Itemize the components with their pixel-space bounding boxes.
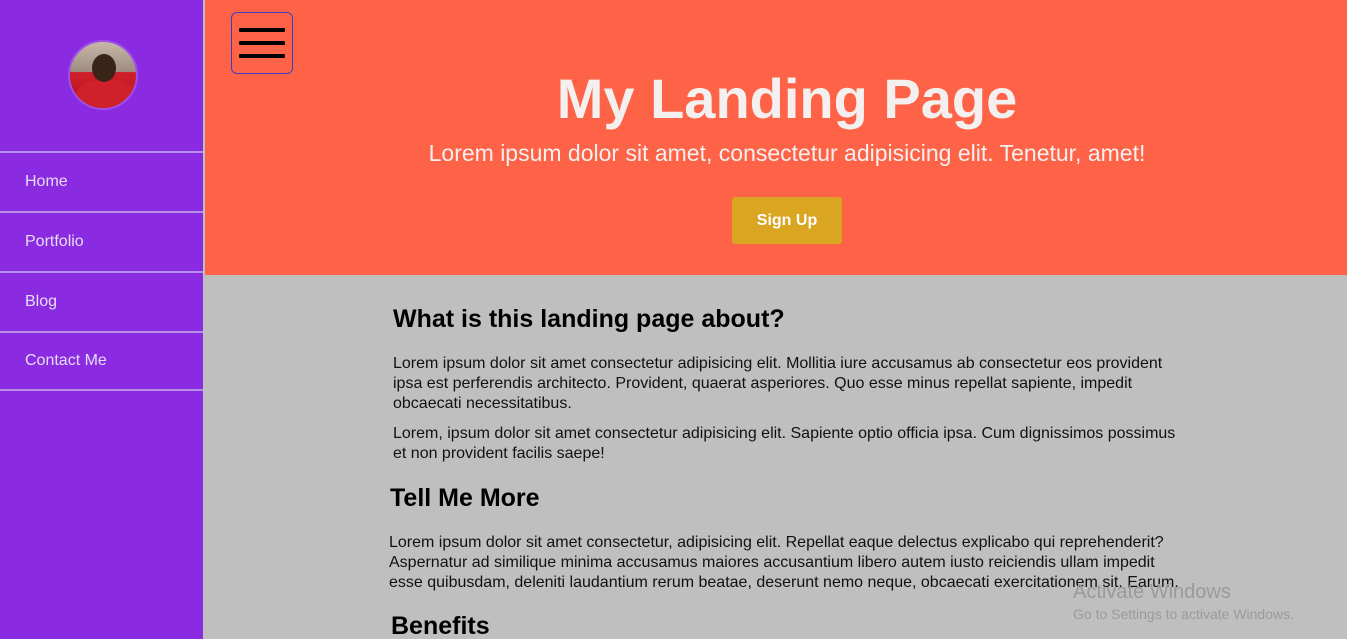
sidebar-item-blog[interactable]: Blog (0, 271, 203, 331)
sidebar-nav: Home Portfolio Blog Contact Me (0, 151, 203, 391)
hamburger-line (239, 28, 285, 32)
about-paragraph-2: Lorem, ipsum dolor sit amet consectetur … (393, 425, 1176, 462)
sidebar-item-home[interactable]: Home (0, 151, 203, 211)
hamburger-menu-button[interactable] (231, 12, 293, 74)
tell-me-more-heading: Tell Me More (390, 484, 540, 512)
avatar (68, 40, 138, 110)
hero-section: My Landing Page Lorem ipsum dolor sit am… (205, 0, 1347, 275)
sign-up-button[interactable]: Sign Up (732, 197, 842, 244)
page-title: My Landing Page (556, 67, 1018, 130)
hamburger-line (239, 54, 285, 58)
avatar-body-shape (76, 80, 136, 108)
avatar-head-shape (92, 54, 116, 82)
sidebar: Home Portfolio Blog Contact Me (0, 0, 203, 639)
tell-me-more-paragraph: Lorem ipsum dolor sit amet consectetur, … (389, 534, 1179, 591)
hamburger-line (239, 41, 285, 45)
main-content: What is this landing page about? Lorem i… (203, 275, 1347, 639)
about-heading: What is this landing page about? (393, 305, 785, 333)
sidebar-item-contact-me[interactable]: Contact Me (0, 331, 203, 391)
sidebar-item-portfolio[interactable]: Portfolio (0, 211, 203, 271)
hero-subtitle: Lorem ipsum dolor sit amet, consectetur … (428, 140, 1146, 166)
benefits-heading: Benefits (391, 612, 490, 639)
landing-page: Home Portfolio Blog Contact Me My Landin… (0, 0, 1347, 639)
about-paragraph-1: Lorem ipsum dolor sit amet consectetur a… (393, 355, 1163, 412)
